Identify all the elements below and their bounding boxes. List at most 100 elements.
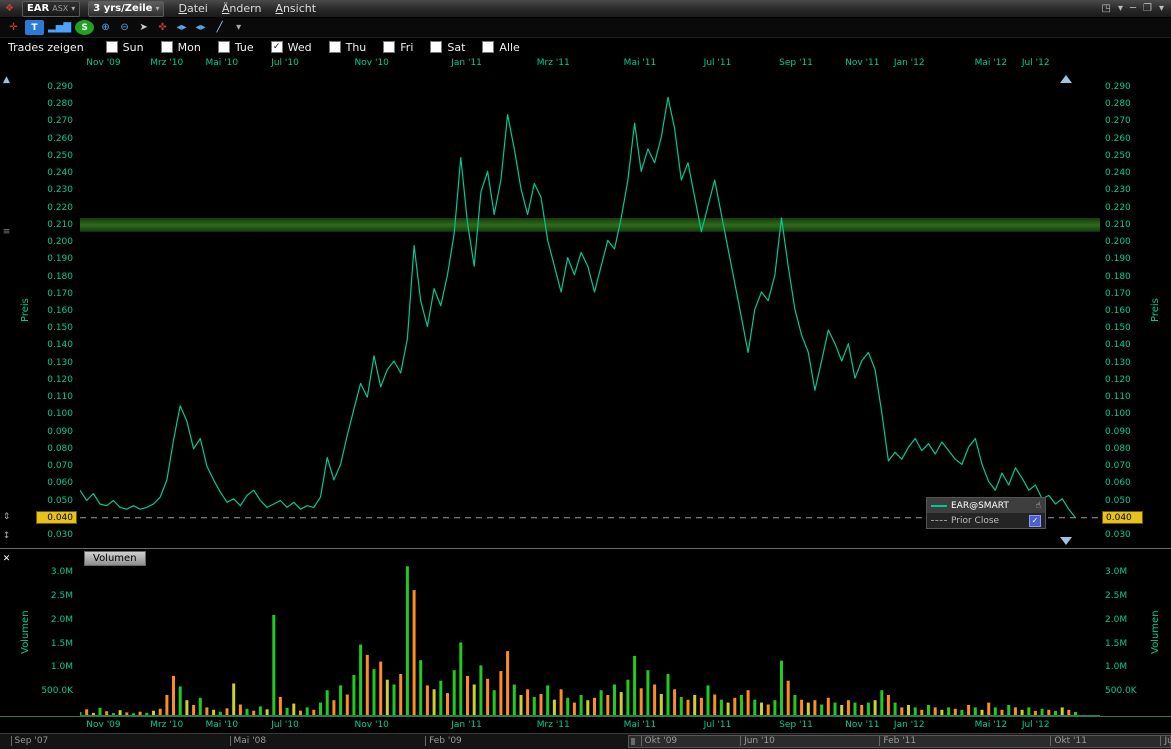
- checkbox-wed[interactable]: [271, 41, 283, 53]
- price-tick: 0.130: [47, 358, 73, 368]
- day-filter-mon[interactable]: Mon: [161, 41, 201, 54]
- date-tick: Mai '11: [624, 58, 657, 68]
- zoom-out-icon[interactable]: ⊖: [117, 20, 132, 35]
- day-filter-sun[interactable]: Sun: [106, 41, 144, 54]
- price-axis-title-right: Preis: [1150, 72, 1161, 548]
- price-tick: 0.100: [47, 409, 73, 419]
- prior-close-checkbox[interactable]: ✓: [1029, 515, 1041, 527]
- symbol-label: EAR: [27, 3, 49, 14]
- tools-caret-icon[interactable]: ▾: [231, 20, 246, 35]
- price-tick: 0.290: [47, 82, 73, 92]
- checkbox-tue[interactable]: [218, 41, 230, 53]
- day-label: Fri: [400, 41, 413, 54]
- volume-chart-plot[interactable]: [80, 549, 1100, 717]
- symbol-caret-icon: ▾: [71, 4, 75, 13]
- price-tick: 0.120: [47, 375, 73, 385]
- move-tool-icon[interactable]: ✛: [6, 20, 21, 35]
- timeline-label: Jun '10: [740, 736, 775, 746]
- symbol-selector[interactable]: EAR ASX ▾: [22, 1, 80, 17]
- date-tick: Nov '11: [845, 58, 879, 68]
- page-left-right-icon[interactable]: ◂▸: [193, 20, 208, 35]
- volume-close-icon[interactable]: ✕: [1, 554, 12, 564]
- checkbox-fri[interactable]: [383, 41, 395, 53]
- price-tick: 0.110: [47, 392, 73, 402]
- menu-ansicht[interactable]: Ansicht: [275, 2, 316, 15]
- prior-close-line-sample: [931, 520, 947, 521]
- chart-style-icon[interactable]: ▂▅▇: [48, 20, 71, 35]
- menu-aendern[interactable]: Ändern: [222, 2, 262, 15]
- day-filter-sat[interactable]: Sat: [430, 41, 465, 54]
- zoom-in-icon[interactable]: ⊕: [98, 20, 113, 35]
- text-tool-icon[interactable]: T: [25, 20, 44, 35]
- period-caret-icon: ▾: [155, 4, 159, 13]
- price-tick: 0.190: [47, 254, 73, 264]
- day-filter-tue[interactable]: Tue: [218, 41, 254, 54]
- price-chart-plot[interactable]: [80, 72, 1100, 548]
- volume-tick: 2.0M: [51, 615, 73, 625]
- price-tick: 0.050: [1105, 496, 1131, 506]
- price-tick: 0.070: [1105, 461, 1131, 471]
- date-tick: Mrz '11: [537, 720, 570, 730]
- date-tick: Mrz '10: [150, 58, 183, 68]
- volume-tick: 2.5M: [51, 591, 73, 601]
- pane-scroll-top-marker[interactable]: [1060, 75, 1072, 83]
- chart-legend: EAR@SMART ☝ Prior Close ✓: [926, 497, 1046, 529]
- period-selector[interactable]: 3 yrs/Zeile ▾: [88, 1, 164, 17]
- date-tick: Nov '09: [86, 58, 120, 68]
- legend-prior-close-row[interactable]: Prior Close ✓: [927, 513, 1045, 528]
- price-tick: 0.080: [1105, 444, 1131, 454]
- date-tick: Mai '11: [624, 720, 657, 730]
- volume-tick: 1.0M: [1105, 662, 1127, 672]
- prior-close-label: Prior Close: [951, 516, 1025, 526]
- scroll-left-right-icon[interactable]: ◂▸: [174, 20, 189, 35]
- checkbox-sun[interactable]: [106, 41, 118, 53]
- date-tick: Jul '12: [1022, 720, 1050, 730]
- pane-resize-icon[interactable]: ⇕: [1, 512, 12, 522]
- history-scrollbar[interactable]: Sep '07Mai '08Feb '09Okt '09Jun '10Feb '…: [0, 733, 1171, 749]
- date-tick: Nov '11: [845, 720, 879, 730]
- window-menu-caret-icon[interactable]: ▾: [1159, 3, 1164, 14]
- price-tick: 0.230: [47, 185, 73, 195]
- price-tick: 0.160: [47, 306, 73, 316]
- titlebar: ❖ EAR ASX ▾ 3 yrs/Zeile ▾ Datei Ändern Ans…: [0, 0, 1171, 18]
- volume-tick: 2.5M: [1105, 591, 1127, 601]
- price-tick: 0.030: [1105, 530, 1131, 540]
- price-tick: 0.100: [1105, 409, 1131, 419]
- price-tick: 0.150: [1105, 323, 1131, 333]
- day-label: Sun: [123, 41, 144, 54]
- day-filter-fri[interactable]: Fri: [383, 41, 413, 54]
- day-filter-thu[interactable]: Thu: [329, 41, 367, 54]
- checkbox-thu[interactable]: [329, 41, 341, 53]
- minimize-icon[interactable]: ─: [1130, 3, 1136, 14]
- menu-datei[interactable]: Datei: [178, 2, 207, 15]
- checkbox-sat[interactable]: [430, 41, 442, 53]
- volume-tick: 2.0M: [1105, 615, 1127, 625]
- price-tick: 0.050: [47, 496, 73, 506]
- app-icon: ❖: [5, 3, 14, 14]
- day-filter-wed[interactable]: Wed: [271, 41, 312, 54]
- day-filter-alle[interactable]: Alle: [482, 41, 519, 54]
- snapshot-icon[interactable]: S: [75, 20, 94, 35]
- restore-icon[interactable]: ❐: [1143, 3, 1152, 14]
- price-tick: 0.270: [1105, 116, 1131, 126]
- trendline-tool-icon[interactable]: ╱: [212, 20, 227, 35]
- trades-zeigen-label: Trades zeigen: [8, 41, 84, 54]
- menubar: Datei Ändern Ansicht: [178, 2, 316, 15]
- date-tick: Nov '09: [86, 720, 120, 730]
- trade-day-filterbar: Trades zeigen Sun Mon Tue Wed Thu Fri Sat Alle: [0, 38, 1171, 56]
- pane-scroll-up-icon[interactable]: ▲: [1, 75, 12, 85]
- checkbox-mon[interactable]: [161, 41, 173, 53]
- day-label: Tue: [235, 41, 254, 54]
- pane-scroll-bottom-marker[interactable]: [1060, 537, 1072, 545]
- popout-icon[interactable]: ◳: [1101, 3, 1110, 14]
- pane-grip-icon[interactable]: ≡: [1, 227, 12, 237]
- pane-expand-icon[interactable]: ↕: [1, 531, 12, 541]
- legend-series-row[interactable]: EAR@SMART ☝: [927, 498, 1045, 513]
- crosshair-tool-icon[interactable]: ✜: [155, 20, 170, 35]
- popout-caret-icon[interactable]: ▾: [1118, 3, 1123, 14]
- price-tick: 0.180: [1105, 272, 1131, 282]
- cursor-tool-icon[interactable]: ➤: [136, 20, 151, 35]
- checkbox-alle[interactable]: [482, 41, 494, 53]
- volume-axis-title-right: Volumen: [1150, 549, 1161, 716]
- bottom-date-axis: Nov '09Mrz '10Mai '10Jul '10Nov '10Jan '…: [0, 716, 1171, 733]
